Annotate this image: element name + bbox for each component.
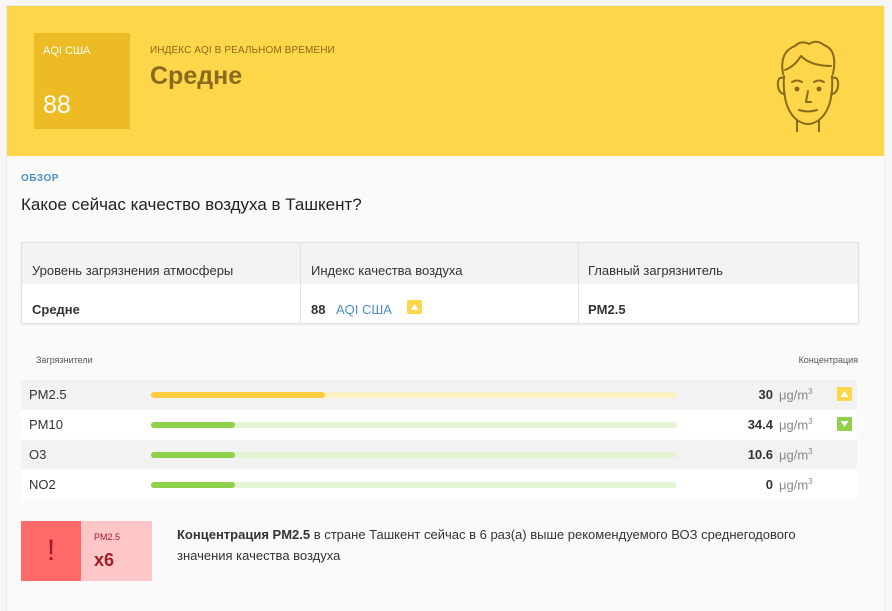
summary-header-aqi: Индекс качества воздуха xyxy=(311,263,463,278)
unit-superscript: 3 xyxy=(808,417,813,426)
unit-text: μg/m xyxy=(779,477,809,493)
trend-up-icon xyxy=(407,300,422,314)
concentration-unit: μg/m3 xyxy=(779,447,813,462)
aqi-banner: AQI США 88 ИНДЕКС AQI В РЕАЛЬНОМ ВРЕМЕНИ… xyxy=(7,6,884,156)
face-icon xyxy=(776,40,840,132)
overview-section-label: ОБЗОР xyxy=(21,173,59,184)
pollutants-header: Загрязнители xyxy=(36,355,93,365)
summary-header-pollutant: Главный загрязнитель xyxy=(588,263,723,278)
aqi-badge: AQI США 88 xyxy=(34,33,130,129)
alert-multiplier-box: PM2.5 x6 xyxy=(81,521,152,581)
concentration-header: Концентрация xyxy=(798,355,858,365)
aqi-badge-label: AQI США xyxy=(43,45,91,57)
concentration-bar-track xyxy=(151,482,677,488)
concentration-value: 10.6 xyxy=(747,447,773,462)
summary-header-level: Уровень загрязнения атмосферы xyxy=(32,263,234,278)
concentration-unit: μg/m3 xyxy=(779,417,813,432)
alert-pollutant: PM2.5 xyxy=(94,532,121,542)
concentration-bar-fill xyxy=(151,392,325,398)
concentration-bar-fill xyxy=(151,452,236,458)
exclamation-icon: ! xyxy=(21,521,81,581)
summary-aqi-value: 88 xyxy=(311,302,326,317)
pollutant-name: PM10 xyxy=(29,417,63,432)
alert-badge: ! PM2.5 x6 xyxy=(21,521,152,581)
summary-table: Уровень загрязнения атмосферы Индекс кач… xyxy=(21,242,859,324)
unit-superscript: 3 xyxy=(808,477,813,486)
overview-question: Какое сейчас качество воздуха в Ташкент? xyxy=(21,195,362,214)
alert-text: Концентрация PM2.5 в стране Ташкент сейч… xyxy=(177,524,837,566)
concentration-bar-track xyxy=(151,422,677,428)
concentration-bar-track xyxy=(151,392,677,398)
divider xyxy=(300,243,301,323)
pollutant-row: O3 10.6 μg/m3 xyxy=(21,440,857,469)
trend-down-icon xyxy=(837,417,852,431)
divider xyxy=(578,243,579,323)
summary-level-value: Средне xyxy=(32,302,80,317)
concentration-unit: μg/m3 xyxy=(779,387,813,402)
alert-multiplier: x6 xyxy=(94,550,115,570)
pollutant-row: NO2 0 μg/m3 xyxy=(21,470,857,499)
summary-main-pollutant: PM2.5 xyxy=(588,302,626,317)
unit-text: μg/m xyxy=(779,417,809,433)
concentration-value: 0 xyxy=(765,477,773,492)
concentration-bar-fill xyxy=(151,422,236,428)
pollutant-name: NO2 xyxy=(29,477,56,492)
concentration-value: 34.4 xyxy=(747,417,773,432)
aqi-level: Средне xyxy=(150,62,243,90)
unit-superscript: 3 xyxy=(808,447,813,456)
unit-text: μg/m xyxy=(779,387,809,403)
alert-text-bold: Концентрация PM2.5 xyxy=(177,527,311,542)
concentration-unit: μg/m3 xyxy=(779,477,813,492)
pollutant-name: PM2.5 xyxy=(29,387,67,402)
pollutant-name: O3 xyxy=(29,447,47,462)
pollutant-row: PM2.5 30 μg/m3 xyxy=(21,380,857,409)
concentration-bar-fill xyxy=(151,482,236,488)
summary-aqi-unit-link[interactable]: AQI США xyxy=(336,302,392,317)
concentration-bar-track xyxy=(151,452,677,458)
unit-text: μg/m xyxy=(779,447,809,463)
trend-up-icon xyxy=(837,387,852,401)
pollutant-row: PM10 34.4 μg/m3 xyxy=(21,410,857,439)
concentration-value: 30 xyxy=(758,387,773,402)
unit-superscript: 3 xyxy=(808,387,813,396)
realtime-label: ИНДЕКС AQI В РЕАЛЬНОМ ВРЕМЕНИ xyxy=(150,45,335,56)
aqi-badge-value: 88 xyxy=(43,91,71,119)
